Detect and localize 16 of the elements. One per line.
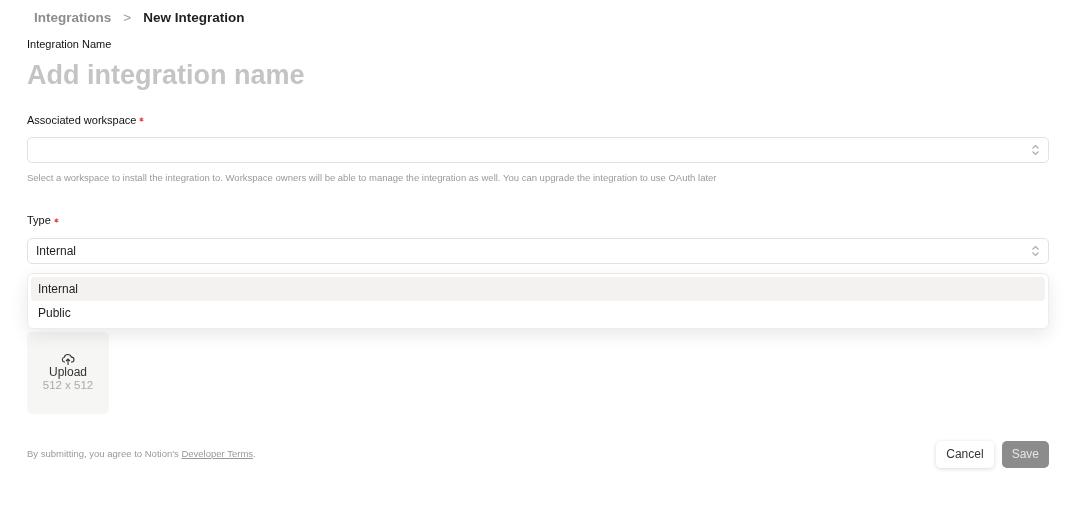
chevron-up-down-icon (1031, 144, 1040, 156)
help-text: Select a workspace to install the integration to. Workspace owners will be able to manage the integration as well. You can upgrade the integration to use OAuth later (27, 171, 718, 185)
terms-text: By submitting, you agree to Notion's Developer Terms. (27, 447, 256, 462)
field-label: Integration Name (27, 38, 112, 50)
field-label: Type (27, 213, 51, 229)
chevron-up-down-icon (1031, 244, 1040, 257)
cancel-button[interactable]: Cancel (936, 440, 994, 468)
menu-option[interactable]: Public (31, 301, 1045, 325)
field-label: Associated workspace (27, 112, 137, 128)
workspace-select[interactable] (27, 137, 1049, 163)
cloud-upload-icon (61, 352, 75, 366)
type-select[interactable]: Internal (27, 237, 1049, 264)
breadcrumb-current: New Integration (143, 8, 245, 27)
menu-option[interactable]: Internal (31, 277, 1045, 301)
upload-tile[interactable]: Upload 512 x 512 (27, 331, 109, 414)
breadcrumb-separator: > (123, 8, 132, 27)
